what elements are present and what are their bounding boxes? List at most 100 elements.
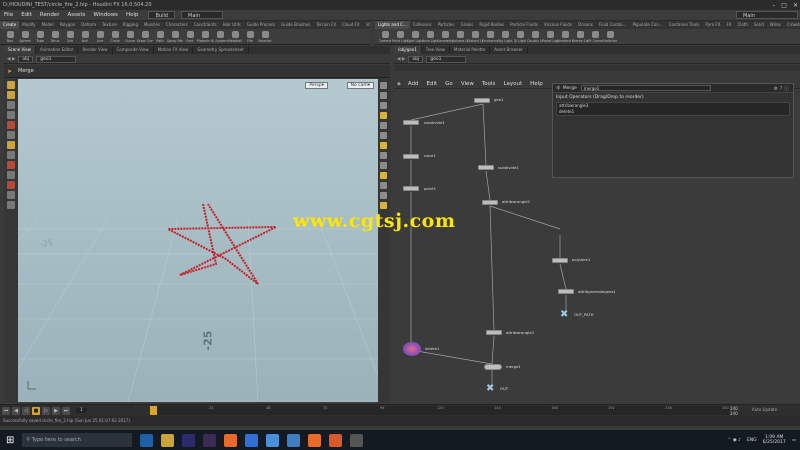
shelf-tab[interactable]: Model (39, 21, 57, 29)
shelf-tool-button[interactable]: Spot Light (407, 30, 423, 43)
tab-scene-view[interactable]: Scene View (4, 46, 36, 54)
shelf-tool-button[interactable]: Environment Light (482, 30, 498, 43)
shelf-tool-button[interactable]: Stereo Camera (572, 30, 588, 43)
shelf-tool-button[interactable]: Grid (63, 30, 77, 43)
node-paint1[interactable] (403, 186, 419, 191)
back-arrow-icon[interactable]: ◀ ▶ (7, 57, 15, 62)
shelf-tool-button[interactable]: Camera (378, 30, 392, 43)
app-icon-b[interactable] (287, 433, 301, 447)
magnet-tool-icon[interactable] (7, 181, 15, 189)
back-arrow-icon[interactable]: ◀ ▶ (397, 57, 405, 62)
shelf-tool-button[interactable]: Platonic Solids (197, 30, 213, 43)
scene-viewport[interactable]: -25 -25 Persp ▾ No cam ▾ (18, 79, 378, 402)
tab-network-geo1[interactable]: /obj/geo1 (394, 46, 422, 54)
shelf-tab[interactable]: Solid (751, 21, 767, 29)
houdini-icon[interactable] (224, 433, 238, 447)
shelf-tab[interactable]: Texture (99, 21, 120, 29)
shelf-tool-button[interactable]: Path (153, 30, 167, 43)
auto-update-label[interactable]: Auto Update (752, 407, 777, 412)
shelf-tab[interactable]: Constraints (191, 21, 220, 29)
out-path-null-icon[interactable]: ✖ (560, 309, 568, 320)
shelf-tab[interactable]: Fluid Contai... (596, 21, 630, 29)
shelf-tool-button[interactable]: Point Light (392, 30, 408, 43)
persp-menu[interactable]: Persp ▾ (305, 82, 328, 89)
main-desktop-select-right[interactable]: Main (736, 11, 798, 19)
lighting-icon[interactable] (380, 92, 387, 99)
node-subdivide1-left[interactable] (403, 120, 419, 125)
shelf-tool-button[interactable]: Curve (123, 30, 137, 43)
shelf-tool-button[interactable]: Circle (108, 30, 122, 43)
shelf-tab[interactable]: Modify (19, 21, 38, 29)
shelf-tab[interactable]: Create (0, 21, 20, 29)
shelf-tool-button[interactable]: Caustic Light (527, 30, 543, 43)
current-frame-field[interactable]: 1 (76, 408, 87, 413)
menu-file[interactable]: File (0, 10, 17, 21)
node-attribwrangle2[interactable] (482, 200, 498, 205)
tab-composite-view[interactable]: Composite View (113, 46, 154, 54)
shelf-tool-button[interactable]: Torus (48, 30, 62, 43)
shelf-tool-button[interactable]: VR Camera (587, 30, 603, 43)
path-crumb-obj[interactable]: obj (18, 55, 34, 63)
taskbar-search-box[interactable]: ⚲ Type here to search (22, 433, 133, 447)
normals-icon[interactable] (380, 132, 387, 139)
shelf-tool-button[interactable]: GI Light (513, 30, 527, 43)
shading-icon[interactable] (380, 102, 387, 109)
shelf-tab[interactable]: FX (723, 21, 734, 29)
jump-start-icon[interactable]: ⏮ (2, 406, 10, 415)
play-icon[interactable]: ▷ (42, 406, 50, 415)
shelf-tool-button[interactable]: Box (3, 30, 17, 43)
render-region-icon[interactable] (380, 192, 387, 199)
shelf-tab[interactable]: Guide Brushes (278, 21, 313, 29)
edge-browser-icon[interactable] (140, 433, 154, 447)
file-explorer-icon[interactable] (161, 433, 175, 447)
node-merge1[interactable] (484, 364, 502, 370)
houdini-icon-3[interactable] (329, 433, 343, 447)
shelf-tab[interactable]: Terrain FX (313, 21, 339, 29)
language-indicator[interactable]: ENG (747, 438, 757, 443)
shelf-tab[interactable]: Particles (435, 21, 458, 29)
network-crumb-obj[interactable]: obj (408, 55, 424, 63)
brush-tool-icon[interactable] (7, 141, 15, 149)
shelf-tool-button[interactable]: Distant Light (467, 30, 483, 43)
path-crumb-geo1[interactable]: geo1 (36, 55, 77, 63)
shelf-tool-button[interactable]: Sphere (18, 30, 32, 43)
shelf-tab[interactable]: Rigid Bodies (476, 21, 507, 29)
tab-asset-browser[interactable]: Asset Browser (490, 46, 528, 54)
tray-icons[interactable]: ⌃ ◉ ♪ (728, 438, 741, 443)
templates-icon[interactable] (380, 142, 387, 149)
rotate-tool-icon[interactable] (7, 101, 15, 109)
shelf-tool-button[interactable]: Font (183, 30, 197, 43)
node-color1[interactable] (403, 154, 419, 159)
gear-icon[interactable]: ⚙ ? ⓘ (774, 85, 789, 92)
tab-material-palette[interactable]: Material Palette (450, 46, 491, 54)
shelf-tab[interactable]: Muscles (141, 21, 163, 29)
node-geo1[interactable] (474, 98, 490, 103)
node-attribpromote[interactable] (558, 289, 574, 294)
shelf-tab[interactable]: Cloth (735, 21, 751, 29)
points-icon[interactable] (380, 122, 387, 129)
shelf-tab[interactable]: Crowds (784, 21, 800, 29)
node-name-field[interactable]: merge1 (580, 85, 711, 91)
shelf-tab[interactable]: Deform (78, 21, 99, 29)
scale-tool-icon[interactable] (7, 111, 15, 119)
shelf-tab[interactable]: Oceans (575, 21, 596, 29)
clock[interactable]: 1:09 AM 6/25/2017 (763, 435, 786, 445)
menu-help[interactable]: Help (122, 10, 143, 21)
tab-tree-view[interactable]: Tree View (422, 46, 450, 54)
shelf-tool-button[interactable]: L-System (212, 30, 228, 43)
shelf-tool-button[interactable]: Geometry Light (437, 30, 453, 43)
premiere-icon[interactable] (182, 433, 196, 447)
node-subdivide1[interactable] (478, 165, 494, 170)
out-null-icon[interactable]: ✖ (486, 383, 494, 394)
jump-end-icon[interactable]: ⏭ (62, 406, 70, 415)
shelf-tab[interactable]: Grains (457, 21, 476, 29)
shelf-tab[interactable]: Cloud FX (339, 21, 363, 29)
shelf-tool-button[interactable]: Sky Light (497, 30, 513, 43)
after-effects-icon[interactable] (203, 433, 217, 447)
shelf-tool-button[interactable]: Null (78, 30, 92, 43)
measure-tool-icon[interactable] (7, 201, 15, 209)
shelf-tab[interactable]: Collisions (410, 21, 435, 29)
shelf-tab[interactable]: Lights and C... (375, 21, 410, 29)
snap-tool-icon[interactable] (7, 151, 15, 159)
shelf-tab[interactable]: Hair Utils (220, 21, 244, 29)
